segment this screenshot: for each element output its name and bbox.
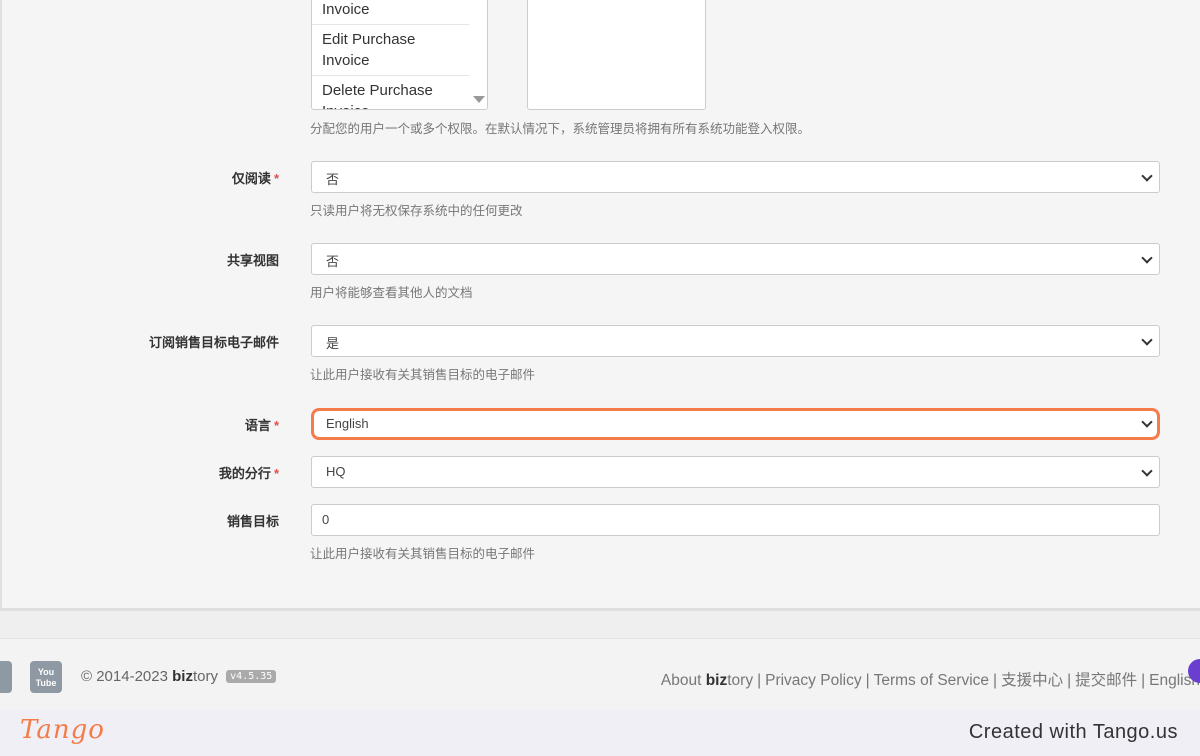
language-select[interactable]: English [311,408,1160,440]
readonly-select[interactable]: 否 [311,161,1160,193]
link-separator: | [1067,672,1072,689]
sales-target-label: 销售目标 [227,511,279,530]
footer-links: About biztory | Privacy Policy | Terms of Se… [661,668,1200,690]
language-select-value: English [326,416,369,431]
permission-item[interactable]: Invoice [312,0,470,25]
permissions-help-text: 分配您的用户一个或多个权限。在默认情况下，系统管理员将拥有所有系统功能登入权限。 [310,122,811,136]
permissions-available-list[interactable]: Invoice Edit Purchase Invoice Delete Pur… [311,0,488,110]
user-form: Invoice Edit Purchase Invoice Delete Pur… [0,0,1200,610]
scroll-down-arrow-icon[interactable] [473,96,485,103]
sales-target-help-text: 让此用户接收有关其销售目标的电子邮件 [310,547,536,561]
language-label-text: 语言 [244,418,271,433]
readonly-label-text: 仅阅读 [231,171,271,186]
sales-target-input[interactable]: 0 [311,504,1160,536]
social-icon[interactable] [0,661,12,693]
readonly-select-value: 否 [326,172,340,187]
chevron-down-icon [1141,465,1153,477]
branch-label-text: 我的分行 [218,466,271,481]
subscribe-sales-label-text: 订阅销售目标电子邮件 [148,335,279,350]
link-separator: | [1141,672,1146,689]
shared-view-select[interactable]: 否 [311,243,1160,275]
sales-target-label-text: 销售目标 [226,514,279,529]
about-link-prefix: About [660,672,706,689]
about-link-rest: tory [727,672,754,689]
subscribe-sales-select[interactable]: 是 [311,325,1160,357]
permission-item[interactable]: Delete Purchase Invoice [312,76,470,109]
about-link[interactable]: About biztory [661,672,753,689]
submit-email-link[interactable]: 提交邮件 [1075,672,1137,689]
permissions-scrollbar[interactable] [469,0,487,109]
subscribe-sales-help-text: 让此用户接收有关其销售目标的电子邮件 [310,368,536,382]
support-center-link[interactable]: 支援中心 [1001,672,1063,689]
readonly-label: 仅阅读 * [232,168,279,187]
about-link-bold: biz [705,672,728,689]
chevron-down-icon [1141,252,1153,264]
sales-target-input-value: 0 [322,512,330,527]
tango-logo: Tango [20,715,105,745]
branch-label: 我的分行 * [219,463,279,482]
chevron-down-icon [1141,170,1153,182]
youtube-icon[interactable]: You Tube [30,661,62,693]
version-badge: v4.5.35 [226,670,277,683]
permission-item[interactable]: Edit Purchase Invoice [312,25,470,76]
tango-credit-bar: Tango Created with Tango.us [0,710,1200,756]
language-label: 语言 * [245,415,279,434]
subscribe-sales-label: 订阅销售目标电子邮件 [149,332,279,351]
terms-of-service-link[interactable]: Terms of Service [874,672,989,689]
brand-rest: tory [192,668,218,685]
tango-credit-text: Created with Tango.us [968,721,1178,743]
link-separator: | [993,672,998,689]
readonly-help-text: 只读用户将无权保存系统中的任何更改 [310,204,523,218]
shared-view-label-text: 共享视图 [226,253,279,268]
shared-view-select-value: 否 [326,254,340,269]
branch-select-value: HQ [326,464,346,479]
branch-select[interactable]: HQ [311,456,1160,488]
shared-view-help-text: 用户将能够查看其他人的文档 [310,286,473,300]
copyright-text: © 2014-2023 [81,668,173,685]
subscribe-sales-select-value: 是 [326,336,340,351]
required-marker: * [273,418,279,433]
copyright: © 2014-2023 biztory v4.5.35 [81,668,277,685]
chevron-down-icon [1141,334,1153,346]
page-footer: You Tube © 2014-2023 biztory v4.5.35 Abo… [0,640,1200,710]
link-separator: | [865,672,870,689]
required-marker: * [273,466,279,481]
chevron-down-icon [1141,416,1153,428]
permissions-selected-list[interactable] [527,0,706,110]
content-bottom-band [0,611,1200,639]
shared-view-label: 共享视图 [227,250,279,269]
brand-bold: biz [172,668,193,685]
privacy-policy-link[interactable]: Privacy Policy [765,672,861,689]
link-separator: | [757,672,762,689]
youtube-icon-label: You Tube [35,667,57,688]
required-marker: * [273,171,279,186]
